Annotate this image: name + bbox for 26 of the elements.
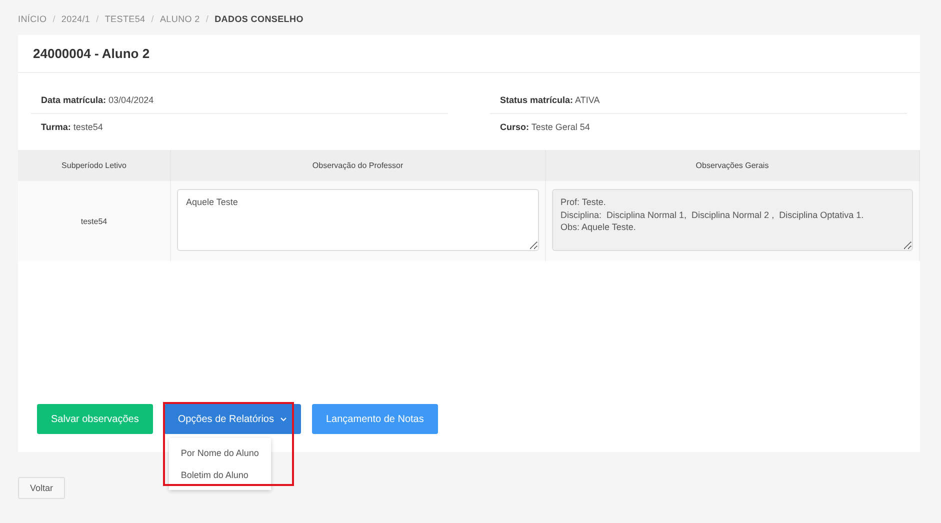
info-field: Status matrícula: ATIVA (490, 87, 907, 114)
column-header: Subperíodo Letivo (18, 150, 170, 181)
breadcrumb-link[interactable]: ALUNO 2 (160, 14, 200, 24)
general-notes-field[interactable]: Prof: Teste. Disciplina: Disciplina Normal 1, Disciplina Normal 2 , Disciplina Optativa 1. Obs: Aquele Teste. (552, 189, 913, 251)
reports-dropdown-button[interactable]: Opções de Relatórios (164, 404, 301, 434)
back-button[interactable]: Voltar (18, 477, 66, 499)
teacher-note-field[interactable]: Aquele Teste (177, 189, 538, 251)
breadcrumb-link[interactable]: TESTE54 (104, 14, 146, 24)
save-button[interactable]: Salvar observações (37, 404, 153, 434)
breadcrumb-separator: / (52, 14, 56, 24)
info-field: Turma: teste54 (31, 114, 448, 140)
breadcrumb-link[interactable]: INÍCIO (18, 14, 47, 24)
column-header: Observações Gerais (545, 150, 920, 181)
breadcrumb-separator: / (151, 14, 154, 24)
student-title: 24000004 - Aluno 2 (18, 35, 920, 73)
menu-item[interactable]: Boletim do Aluno (168, 464, 271, 486)
breadcrumb-separator: / (206, 14, 209, 24)
grades-button[interactable]: Lançamento de Notas (312, 404, 438, 434)
breadcrumb-link[interactable]: 2024/1 (61, 14, 90, 24)
breadcrumb-separator: / (96, 14, 99, 24)
column-header: Observação do Professor (170, 150, 545, 181)
info-field: Curso: Teste Geral 54 (490, 114, 907, 140)
info-field: Data matrícula: 03/04/2024 (31, 87, 448, 114)
table-cell: teste54 (18, 181, 170, 261)
caret-icon (280, 416, 287, 422)
menu-item[interactable]: Por Nome do Aluno (168, 442, 271, 464)
